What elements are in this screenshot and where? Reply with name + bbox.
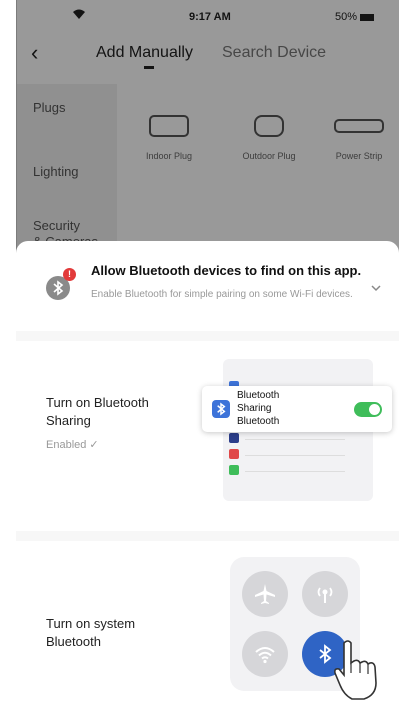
- settings-row-icon: [229, 465, 239, 475]
- airplane-mode-icon: [242, 571, 288, 617]
- section-divider: [16, 331, 399, 341]
- divider: [245, 455, 345, 456]
- bluetooth-sharing-setting: Bluetooth Sharing Bluetooth: [202, 386, 392, 432]
- step-bluetooth-sharing: Turn on Bluetooth Sharing Enabled ✓ Blue…: [16, 341, 399, 529]
- alert-badge-icon: !: [63, 268, 76, 281]
- step-status: Enabled ✓: [46, 439, 99, 451]
- settings-row-icon: [229, 433, 239, 443]
- step-title: Turn on system Bluetooth: [46, 616, 136, 649]
- banner-subtitle: Enable Bluetooth for simple pairing on s…: [91, 289, 353, 300]
- bluetooth-icon: [212, 400, 230, 418]
- chevron-down-icon[interactable]: [370, 282, 382, 294]
- banner-title: Allow Bluetooth devices to find on this …: [91, 263, 362, 278]
- cellular-data-icon: [302, 571, 348, 617]
- bluetooth-sharing-toggle[interactable]: [354, 402, 382, 417]
- divider: [245, 471, 345, 472]
- bluetooth-banner[interactable]: ! Allow Bluetooth devices to find on thi…: [16, 241, 399, 329]
- section-divider: [16, 531, 399, 541]
- wifi-icon: [242, 631, 288, 677]
- step-title: Turn on Bluetooth Sharing: [46, 395, 149, 428]
- divider: [245, 439, 345, 440]
- settings-row-icon: [229, 449, 239, 459]
- step-system-bluetooth: Turn on system Bluetooth: [16, 541, 399, 712]
- tap-hand-icon: [334, 640, 377, 700]
- bluetooth-permission-sheet: ! Allow Bluetooth devices to find on thi…: [16, 241, 399, 712]
- setting-label: Bluetooth Sharing Bluetooth: [237, 390, 280, 427]
- toggle-knob: [369, 404, 380, 415]
